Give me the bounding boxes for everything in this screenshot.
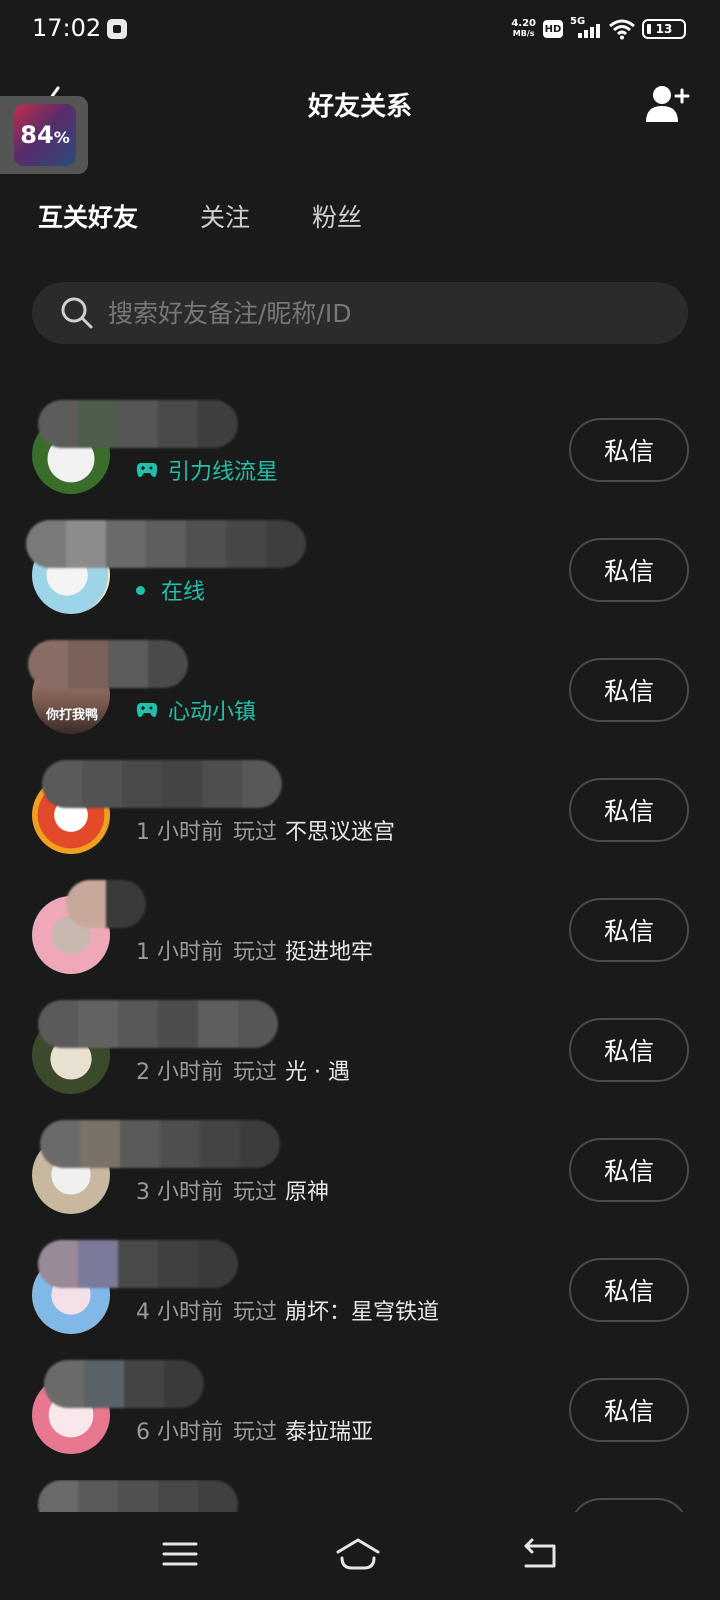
friend-row[interactable]: 1 小时前 玩过 不思议迷宫 私信 [0,760,720,880]
friend-nickname-redacted [66,880,146,928]
friend-nickname-redacted [40,1120,280,1168]
last-played-time: 1 小时前 [136,820,223,845]
relationship-tabs: 互关好友 关注 粉丝 [38,198,424,240]
friend-status: 4 小时前 玩过 崩坏：星穹铁道 [136,1294,439,1326]
status-time: 17:02 [32,14,102,42]
status-indicators: 4.20 MB/s HD 5G 13 [511,16,686,42]
message-button[interactable]: 私信 [569,538,689,602]
page-title: 好友关系 [307,92,412,122]
game-name: 光 · 遇 [285,1060,350,1085]
percent-sign: % [53,128,70,147]
floating-performance-widget[interactable]: 84% [0,96,88,174]
add-friend-icon[interactable] [644,84,690,126]
back-icon[interactable] [520,1536,560,1572]
friend-nickname-redacted [42,760,282,808]
friend-status: 2 小时前 玩过 光 · 遇 [136,1054,350,1086]
message-button[interactable]: 私信 [569,1018,689,1082]
played-verb: 玩过 [233,1060,278,1085]
menu-icon[interactable] [160,1536,200,1572]
friend-status: 心动小镇 [136,694,256,726]
hd-icon: HD [543,20,563,38]
friend-row[interactable]: 6 小时前 玩过 泰拉瑞亚 私信 [0,1360,720,1480]
last-played-time: 3 小时前 [136,1180,223,1205]
friend-status: 6 小时前 玩过 泰拉瑞亚 [136,1414,373,1446]
friend-nickname-redacted [38,1240,238,1288]
friend-nickname-redacted [26,520,306,568]
gamepad-icon [136,463,158,477]
last-played-time: 2 小时前 [136,1060,223,1085]
tab-followers[interactable]: 粉丝 [312,198,362,240]
performance-widget-badge: 84% [14,104,76,166]
message-button[interactable]: 私信 [569,1138,689,1202]
game-name: 挺进地牢 [285,940,374,965]
played-verb: 玩过 [233,820,278,845]
friend-status: 1 小时前 玩过 挺进地牢 [136,934,373,966]
gamepad-icon [136,703,158,717]
battery-level: 13 [655,22,673,36]
friend-row[interactable]: 1 小时前 玩过 挺进地牢 私信 [0,880,720,1000]
wifi-icon [609,19,635,40]
friend-status: 1 小时前 玩过 不思议迷宫 [136,814,395,846]
message-button[interactable]: 私信 [569,1258,689,1322]
friend-status-text: 引力线流星 [168,460,279,485]
friend-status-text: 在线 [161,580,206,605]
friend-status: 引力线流星 [136,454,278,486]
message-button[interactable]: 私信 [569,778,689,842]
game-name: 不思议迷宫 [285,820,396,845]
played-verb: 玩过 [233,940,278,965]
screen: 17:02 4.20 MB/s HD 5G 13 好友关系 84% 互关好友 关… [0,0,720,1600]
message-button[interactable]: 私信 [569,418,689,482]
system-navigation-bar [0,1514,720,1600]
played-verb: 玩过 [233,1180,278,1205]
friend-nickname-redacted [38,1000,278,1048]
friend-nickname-redacted [28,640,188,688]
network-speed: 4.20 MB/s [511,19,536,39]
status-bar: 17:02 4.20 MB/s HD 5G 13 [0,0,720,58]
message-button[interactable]: 私信 [569,898,689,962]
friend-nickname-redacted [44,1360,204,1408]
friend-status: 3 小时前 玩过 原神 [136,1174,329,1206]
message-button[interactable]: 私信 [569,1498,689,1512]
friend-nickname-redacted [38,1480,238,1512]
network-speed-value: 4.20 [511,18,536,29]
search-icon [61,297,93,329]
message-button[interactable]: 私信 [569,658,689,722]
friend-row[interactable]: 你打我鸭 心动小镇 私信 [0,640,720,760]
home-icon[interactable] [334,1536,382,1572]
search-bar[interactable] [32,282,688,344]
tab-following[interactable]: 关注 [200,198,250,240]
friend-row[interactable]: 私信 [0,1480,720,1512]
last-played-time: 1 小时前 [136,940,223,965]
cellular-signal-icon: 5G [570,16,602,40]
friend-nickname-redacted [38,400,238,448]
battery-icon: 13 [642,19,686,39]
last-played-time: 4 小时前 [136,1300,223,1325]
played-verb: 玩过 [233,1300,278,1325]
friend-row[interactable]: 引力线流星 私信 [0,400,720,520]
tab-mutual-friends[interactable]: 互关好友 [38,198,139,240]
friend-status-text: 心动小镇 [168,700,257,725]
friend-row[interactable]: 在线 私信 [0,520,720,640]
game-name: 崩坏：星穹铁道 [285,1300,440,1325]
friend-row[interactable]: 2 小时前 玩过 光 · 遇 私信 [0,1000,720,1120]
online-indicator [136,585,145,595]
message-button[interactable]: 私信 [569,1378,689,1442]
last-played-time: 6 小时前 [136,1420,223,1445]
game-name: 原神 [285,1180,330,1205]
friend-row[interactable]: 3 小时前 玩过 原神 私信 [0,1120,720,1240]
friend-status: 在线 [136,574,205,606]
performance-percent: 84 [20,121,54,149]
game-name: 泰拉瑞亚 [285,1420,374,1445]
network-speed-unit: MB/s [512,29,535,38]
notification-app-icon [107,19,127,39]
avatar-caption: 你打我鸭 [45,708,98,723]
friend-row[interactable]: 4 小时前 玩过 崩坏：星穹铁道 私信 [0,1240,720,1360]
search-input[interactable] [108,298,628,328]
played-verb: 玩过 [233,1420,278,1445]
